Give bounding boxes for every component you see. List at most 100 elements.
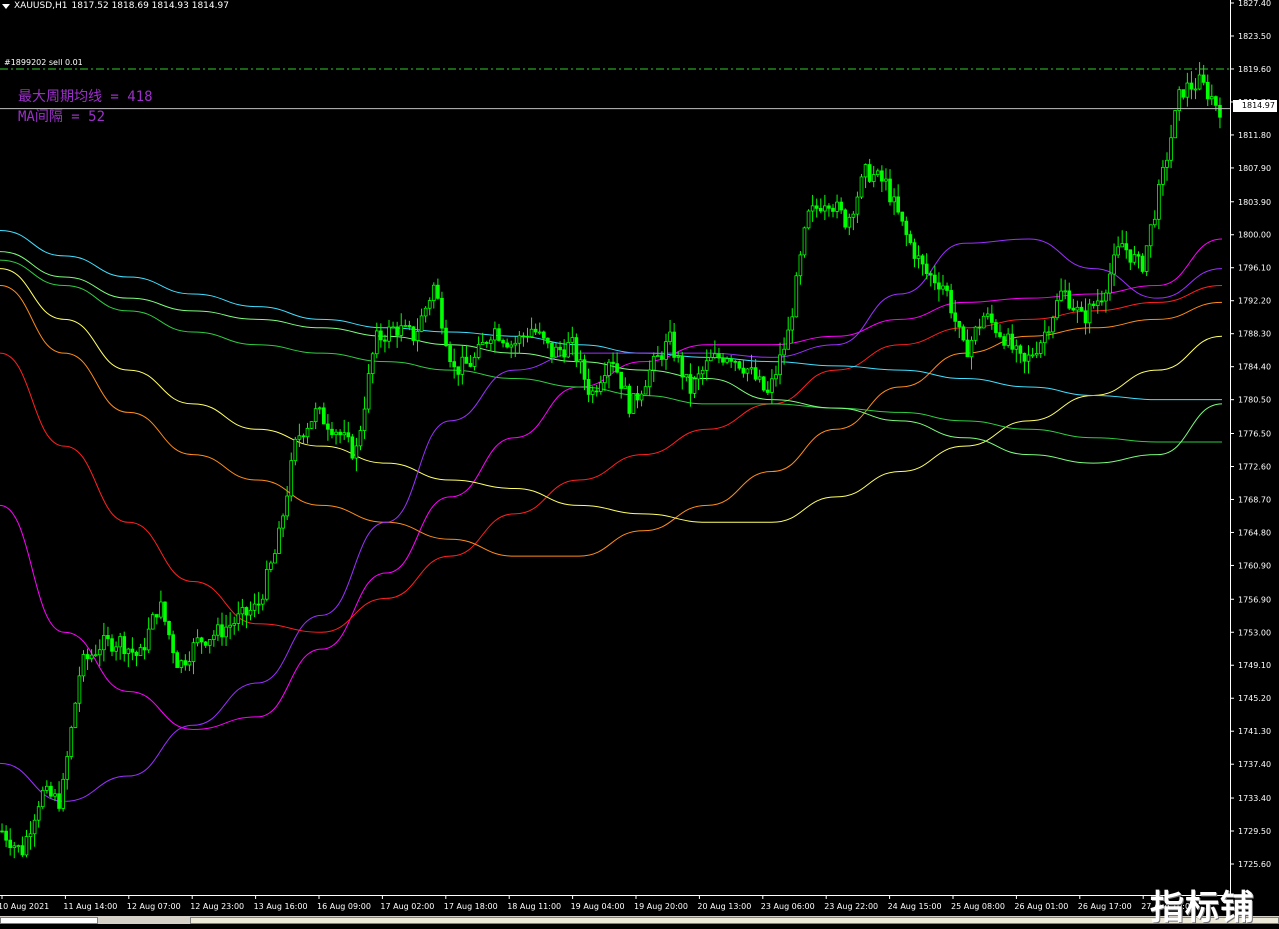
candle bbox=[130, 637, 135, 661]
candle bbox=[831, 204, 835, 218]
candle bbox=[717, 347, 721, 364]
price-axis: 1827.401823.501819.601815.701811.801807.… bbox=[0, 0, 1271, 895]
candle bbox=[623, 377, 628, 389]
candle bbox=[635, 385, 640, 409]
x-tick-label: 23 Aug 06:00 bbox=[761, 902, 815, 911]
candle bbox=[187, 651, 192, 672]
candle bbox=[65, 751, 70, 790]
candle bbox=[1161, 160, 1165, 196]
candle bbox=[603, 362, 607, 392]
y-tick-label: 1733.40 bbox=[1238, 794, 1271, 803]
candle bbox=[1148, 224, 1153, 258]
y-tick-label: 1800.00 bbox=[1238, 231, 1271, 240]
candle bbox=[134, 650, 139, 667]
candle bbox=[183, 654, 188, 671]
candle bbox=[256, 592, 261, 614]
candle bbox=[277, 521, 281, 554]
candle bbox=[1095, 289, 1100, 314]
candle bbox=[411, 326, 416, 346]
candle bbox=[391, 321, 395, 329]
candle bbox=[1112, 243, 1116, 287]
price-chart[interactable]: 1827.401823.501819.601815.701811.801807.… bbox=[0, 0, 1279, 924]
candle bbox=[1047, 326, 1051, 340]
candle bbox=[1010, 324, 1015, 353]
menu-arrow-icon[interactable] bbox=[2, 3, 10, 9]
candle bbox=[566, 332, 571, 359]
candle bbox=[1169, 124, 1173, 169]
candle bbox=[562, 339, 566, 363]
candle bbox=[818, 198, 823, 214]
candle bbox=[525, 327, 530, 343]
watermark: 指标铺 bbox=[1150, 888, 1255, 928]
candle bbox=[456, 366, 461, 386]
candle bbox=[207, 639, 212, 654]
candle bbox=[794, 272, 799, 318]
y-tick-label: 1772.60 bbox=[1238, 462, 1271, 471]
candle bbox=[541, 330, 546, 345]
candle bbox=[696, 366, 701, 390]
candle bbox=[289, 452, 294, 502]
candle bbox=[619, 371, 624, 399]
candle bbox=[578, 350, 583, 374]
candle bbox=[741, 360, 746, 378]
order-line-label: #1899202 sell 0.01 bbox=[4, 58, 83, 67]
candle bbox=[990, 304, 994, 330]
candle bbox=[313, 402, 318, 430]
candle bbox=[753, 359, 758, 382]
candle bbox=[786, 316, 791, 350]
candle bbox=[704, 349, 709, 381]
y-tick-label: 1764.80 bbox=[1238, 528, 1271, 537]
candle bbox=[631, 393, 636, 414]
candle bbox=[346, 421, 351, 443]
candle bbox=[301, 433, 306, 444]
x-tick-label: 19 Aug 04:00 bbox=[571, 902, 625, 911]
candle bbox=[370, 351, 375, 384]
candle bbox=[224, 614, 228, 646]
candle bbox=[28, 821, 33, 850]
candle bbox=[546, 337, 550, 349]
candle bbox=[1006, 328, 1010, 348]
candle bbox=[900, 211, 905, 226]
x-tick-label: 11 Aug 14:00 bbox=[63, 902, 117, 911]
candle bbox=[892, 188, 896, 215]
candle bbox=[863, 163, 868, 189]
candle bbox=[664, 333, 668, 370]
candle bbox=[969, 336, 974, 370]
candle bbox=[1042, 319, 1047, 356]
candle bbox=[945, 282, 949, 297]
candle bbox=[395, 321, 399, 348]
candle bbox=[1026, 345, 1031, 374]
candle bbox=[40, 786, 45, 809]
candle bbox=[85, 648, 90, 671]
y-tick-label: 1803.90 bbox=[1238, 198, 1271, 207]
candle bbox=[957, 320, 962, 339]
ma-line-8 bbox=[0, 238, 1223, 802]
candle bbox=[847, 213, 852, 236]
candle bbox=[476, 336, 481, 360]
candle bbox=[802, 226, 807, 258]
candle bbox=[981, 312, 986, 329]
candle bbox=[643, 379, 648, 395]
candle bbox=[142, 637, 147, 660]
candle bbox=[0, 823, 4, 833]
candle bbox=[529, 317, 534, 339]
candle bbox=[358, 425, 363, 451]
candle bbox=[1022, 352, 1027, 374]
candle bbox=[904, 216, 909, 247]
candle bbox=[260, 594, 265, 611]
candle bbox=[293, 436, 298, 466]
candle bbox=[733, 359, 738, 371]
candle bbox=[493, 321, 497, 353]
candle bbox=[656, 346, 660, 357]
candle bbox=[778, 342, 782, 385]
candle bbox=[354, 437, 359, 472]
candle bbox=[150, 612, 155, 630]
candle bbox=[269, 560, 273, 573]
candle bbox=[867, 158, 872, 184]
candle bbox=[1071, 298, 1076, 312]
candle bbox=[1055, 293, 1059, 321]
candle bbox=[827, 203, 831, 217]
candle bbox=[167, 620, 171, 640]
candle bbox=[700, 366, 705, 385]
chart-tab[interactable] bbox=[0, 917, 98, 924]
